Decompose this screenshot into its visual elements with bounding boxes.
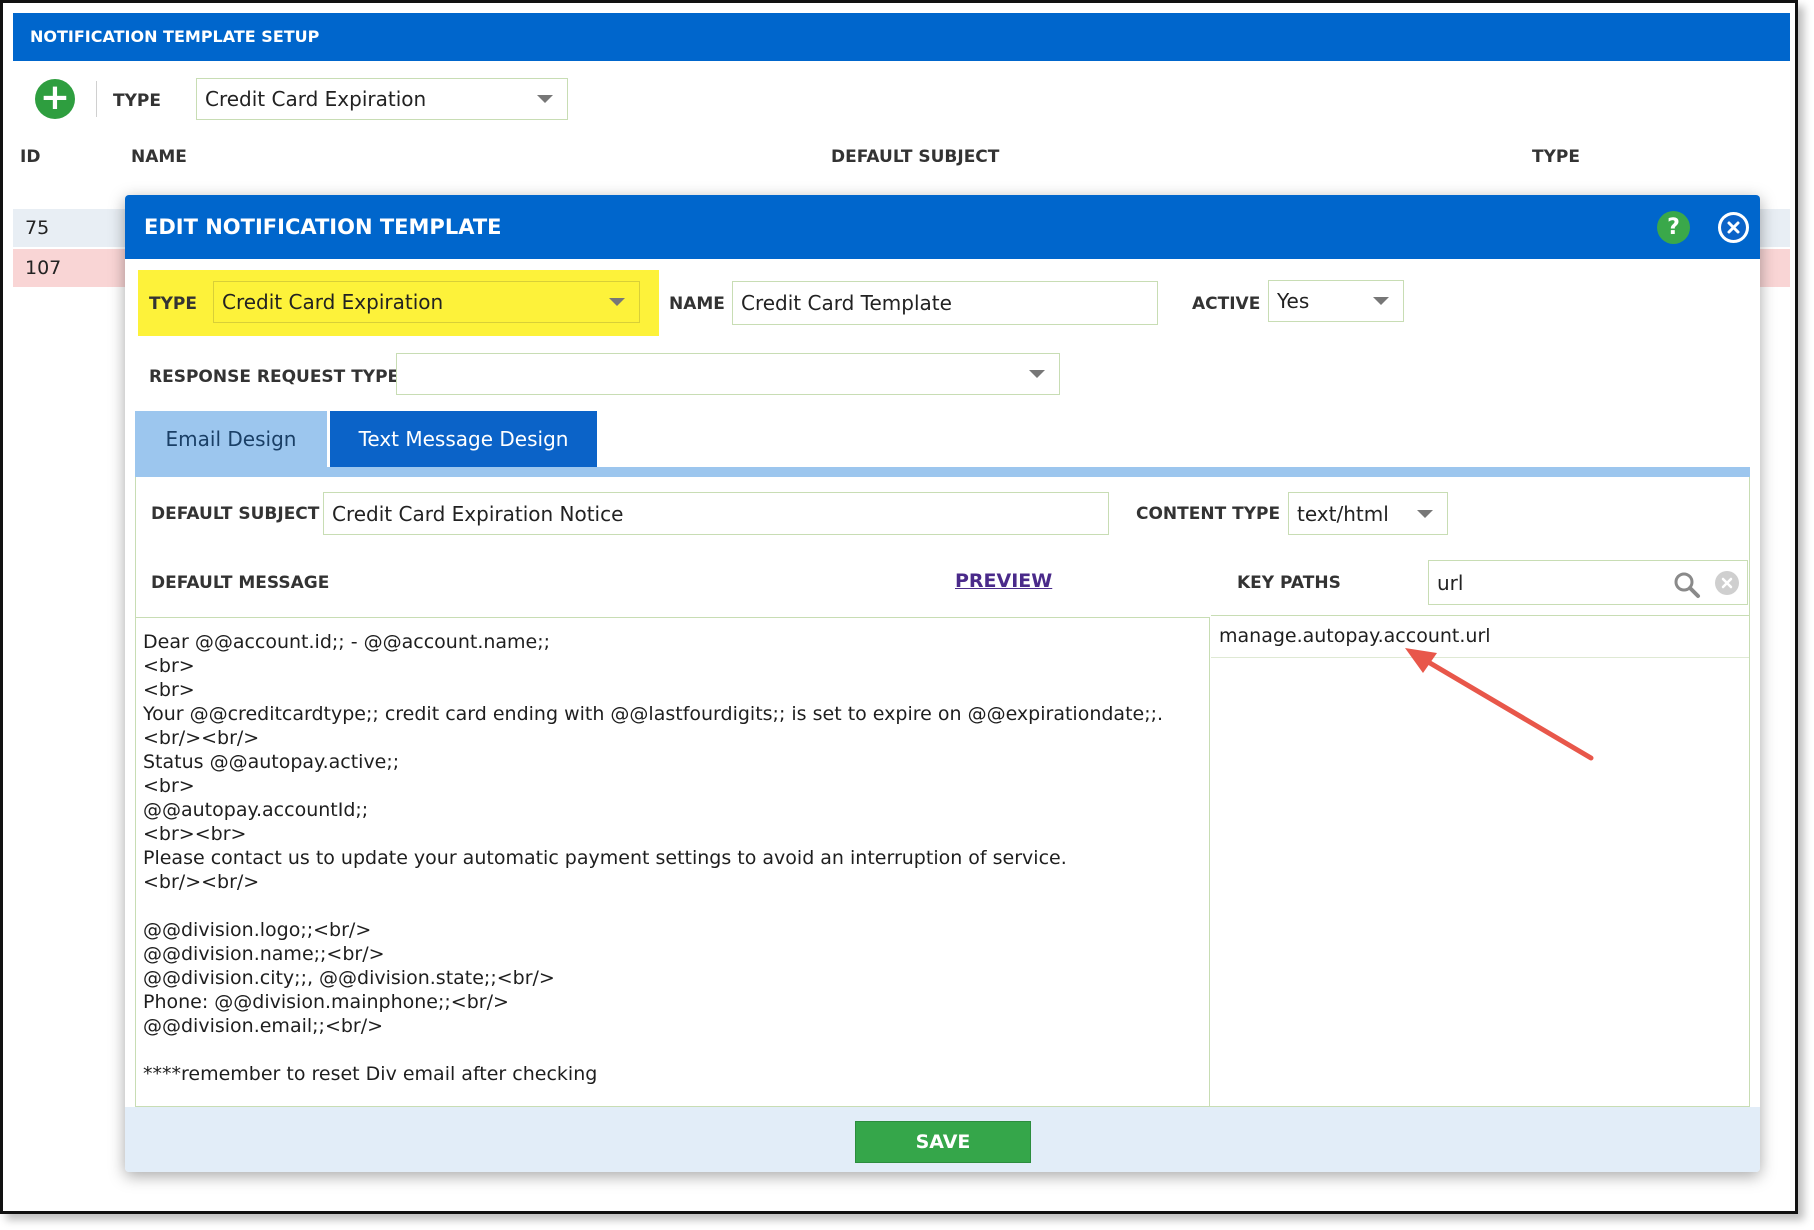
chevron-down-icon [537,95,553,103]
active-label: ACTIVE [1192,294,1261,314]
message-line: @@division.city;;, @@division.state;;<br… [143,967,555,989]
toolbar-divider [96,81,97,117]
message-line: <br/><br/> [143,727,260,749]
message-line [143,894,1202,918]
response-request-type-label: RESPONSE REQUEST TYPE [149,367,400,387]
type-select[interactable]: Credit Card Expiration [213,281,640,323]
message-line: Your @@creditcardtype;; credit card endi… [143,703,1164,725]
content-type-label: CONTENT TYPE [1136,504,1281,524]
key-paths-label: KEY PATHS [1237,573,1341,593]
message-line: @@division.name;;<br/> [143,943,385,965]
filter-type-value: Credit Card Expiration [205,87,427,111]
dialog-title: EDIT NOTIFICATION TEMPLATE [125,195,1760,259]
default-message-textarea[interactable]: Dear @@account.id;; - @@account.name;; <b… [136,617,1210,1106]
column-header-type[interactable]: TYPE [1532,147,1580,167]
preview-link[interactable]: PREVIEW [955,570,1052,592]
column-header-name[interactable]: NAME [131,147,187,167]
content-type-value: text/html [1297,501,1389,526]
message-line [143,1038,1202,1062]
active-value: Yes [1277,289,1310,313]
annotation-arrow-icon [1405,648,1594,761]
message-line: Phone: @@division.mainphone;;<br/> [143,991,509,1013]
clear-icon [1721,577,1733,589]
chevron-down-icon [609,298,625,306]
message-line: <br> [143,679,195,701]
content-type-select[interactable]: text/html [1288,492,1448,535]
message-line: @@division.email;;<br/> [143,1015,384,1037]
chevron-down-icon [1417,509,1433,518]
question-icon: ? [1667,215,1680,240]
message-line: Please contact us to update your automat… [143,847,1067,869]
message-line: <br> [143,655,195,677]
tab-text-message-design[interactable]: Text Message Design [330,411,597,467]
type-value: Credit Card Expiration [222,290,444,314]
chevron-down-icon [1029,370,1045,378]
message-line: <br><br> [143,823,247,845]
message-line: <br/><br/> [143,871,260,893]
message-line: @@autopay.accountId;; [143,799,369,821]
row-id: 75 [25,217,50,239]
name-value: Credit Card Template [741,291,952,315]
close-button[interactable] [1718,212,1749,243]
tab-underline [135,467,1750,477]
tab-email-design[interactable]: Email Design [135,411,327,467]
column-header-id[interactable]: ID [20,147,40,167]
default-message-label: DEFAULT MESSAGE [151,573,330,593]
save-button[interactable]: SAVE [855,1121,1031,1163]
type-label: TYPE [149,294,197,314]
add-template-button[interactable]: + [35,79,75,119]
message-line: ****remember to reset Div email after ch… [143,1063,598,1085]
default-subject-value: Credit Card Expiration Notice [332,501,624,526]
message-line: Dear @@account.id;; - @@account.name;; [143,631,551,653]
default-subject-label: DEFAULT SUBJECT [151,504,320,524]
search-icon[interactable] [1673,571,1701,599]
name-label: NAME [669,294,725,314]
page-title: NOTIFICATION TEMPLATE SETUP [13,13,1790,61]
plus-icon: + [39,77,71,118]
app-window: NOTIFICATION TEMPLATE SETUP + TYPE Credi… [0,0,1798,1214]
message-line: <br> [143,775,195,797]
filter-type-label: TYPE [113,91,161,111]
active-select[interactable]: Yes [1268,280,1404,322]
column-header-default-subject[interactable]: DEFAULT SUBJECT [831,147,999,167]
chevron-down-icon [1373,297,1389,305]
default-subject-input[interactable]: Credit Card Expiration Notice [323,492,1109,535]
filter-type-select[interactable]: Credit Card Expiration [196,78,568,120]
message-line: Status @@autopay.active;; [143,751,400,773]
screenshot-stage: NOTIFICATION TEMPLATE SETUP + TYPE Credi… [0,0,1814,1230]
help-button[interactable]: ? [1657,211,1690,244]
message-line: @@division.logo;;<br/> [143,919,372,941]
key-paths-search-value: url [1437,570,1464,595]
clear-search-button[interactable] [1715,571,1739,595]
name-input[interactable]: Credit Card Template [732,281,1158,325]
close-icon [1721,215,1746,240]
response-request-type-select[interactable] [396,353,1060,395]
row-id: 107 [25,257,62,279]
